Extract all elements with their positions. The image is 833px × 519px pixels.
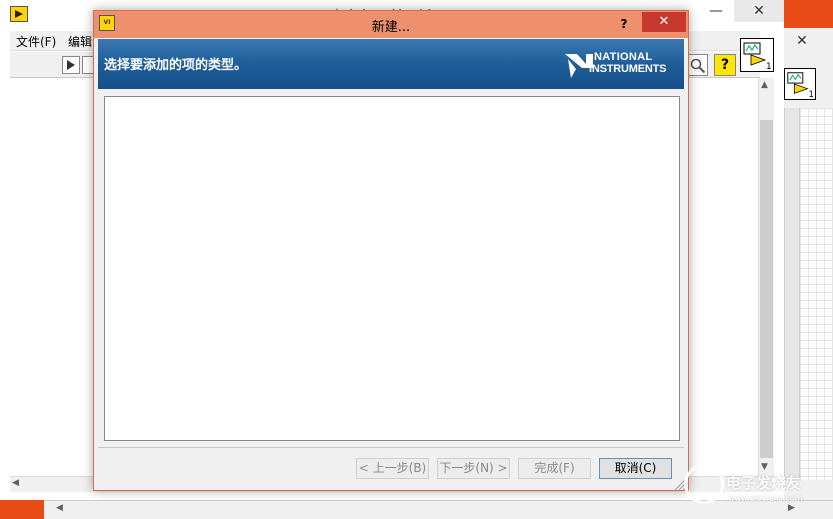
menu-file[interactable]: 文件(F) — [16, 33, 56, 50]
back-button[interactable]: < 上一步(B) — [356, 458, 429, 479]
scroll-thumb[interactable] — [760, 120, 773, 458]
scroll-up-icon[interactable]: ▲ — [761, 80, 768, 90]
block-diagram-vi-icon[interactable]: 1 — [784, 68, 816, 100]
dialog-title: 新建... — [371, 20, 411, 35]
watermark-text: 电子发烧友 — [726, 474, 802, 492]
ni-logo-national: NATIONAL — [594, 51, 653, 63]
block-diagram-window: ✕ 1 — [784, 0, 833, 519]
watermark-url: www.elecfans.com — [728, 494, 803, 503]
block-diagram-vi-icon-number: 1 — [808, 89, 813, 99]
menu-edit[interactable]: 编辑 — [68, 33, 92, 50]
dialog-close-button[interactable]: ✕ — [642, 12, 686, 32]
dialog-title-bar[interactable]: VI 新建... ? ✕ — [94, 11, 688, 38]
window-accent — [784, 0, 833, 28]
dialog-instruction: 选择要添加的项的类型。 — [104, 58, 248, 73]
dialog-divider — [98, 447, 684, 448]
item-type-list[interactable] — [104, 96, 680, 441]
next-button[interactable]: 下一步(N) > — [437, 458, 510, 479]
dialog-header-banner: 选择要添加的项的类型。 NATIONAL INSTRUMENTS — [98, 39, 684, 89]
vi-icon-number: 1 — [766, 62, 772, 71]
new-item-dialog: VI 新建... ? ✕ 选择要添加的项的类型。 NATIONAL INSTRU… — [93, 10, 689, 491]
scroll-left-icon[interactable]: ◀ — [12, 478, 19, 488]
finish-button[interactable]: 完成(F) — [518, 458, 591, 479]
block-diagram-grid[interactable] — [800, 108, 833, 480]
scroll-left-icon[interactable]: ◀ — [56, 503, 63, 513]
run-arrow-icon[interactable] — [62, 56, 80, 74]
dialog-help-button[interactable]: ? — [612, 14, 636, 34]
ni-logo-instruments: INSTRUMENTS — [589, 63, 667, 75]
cancel-button[interactable]: 取消(C) — [599, 458, 672, 479]
close-button[interactable]: ✕ — [734, 0, 784, 22]
ni-logo: NATIONAL INSTRUMENTS — [564, 51, 682, 81]
context-help-icon[interactable]: ? — [714, 54, 736, 76]
block-diagram-scrollbar[interactable] — [784, 108, 800, 480]
vertical-scrollbar[interactable]: ▲ ▼ — [758, 78, 774, 476]
minimize-button[interactable]: — — [696, 0, 736, 22]
watermark-logo-icon — [684, 464, 724, 504]
taskbar-accent — [0, 500, 44, 519]
search-icon[interactable] — [686, 54, 708, 76]
labview-app-icon — [10, 6, 28, 22]
vi-icon[interactable]: 1 — [740, 38, 774, 72]
block-diagram-close-button[interactable]: ✕ — [788, 32, 816, 50]
elecfans-watermark: 电子发烧友 www.elecfans.com — [684, 462, 824, 510]
